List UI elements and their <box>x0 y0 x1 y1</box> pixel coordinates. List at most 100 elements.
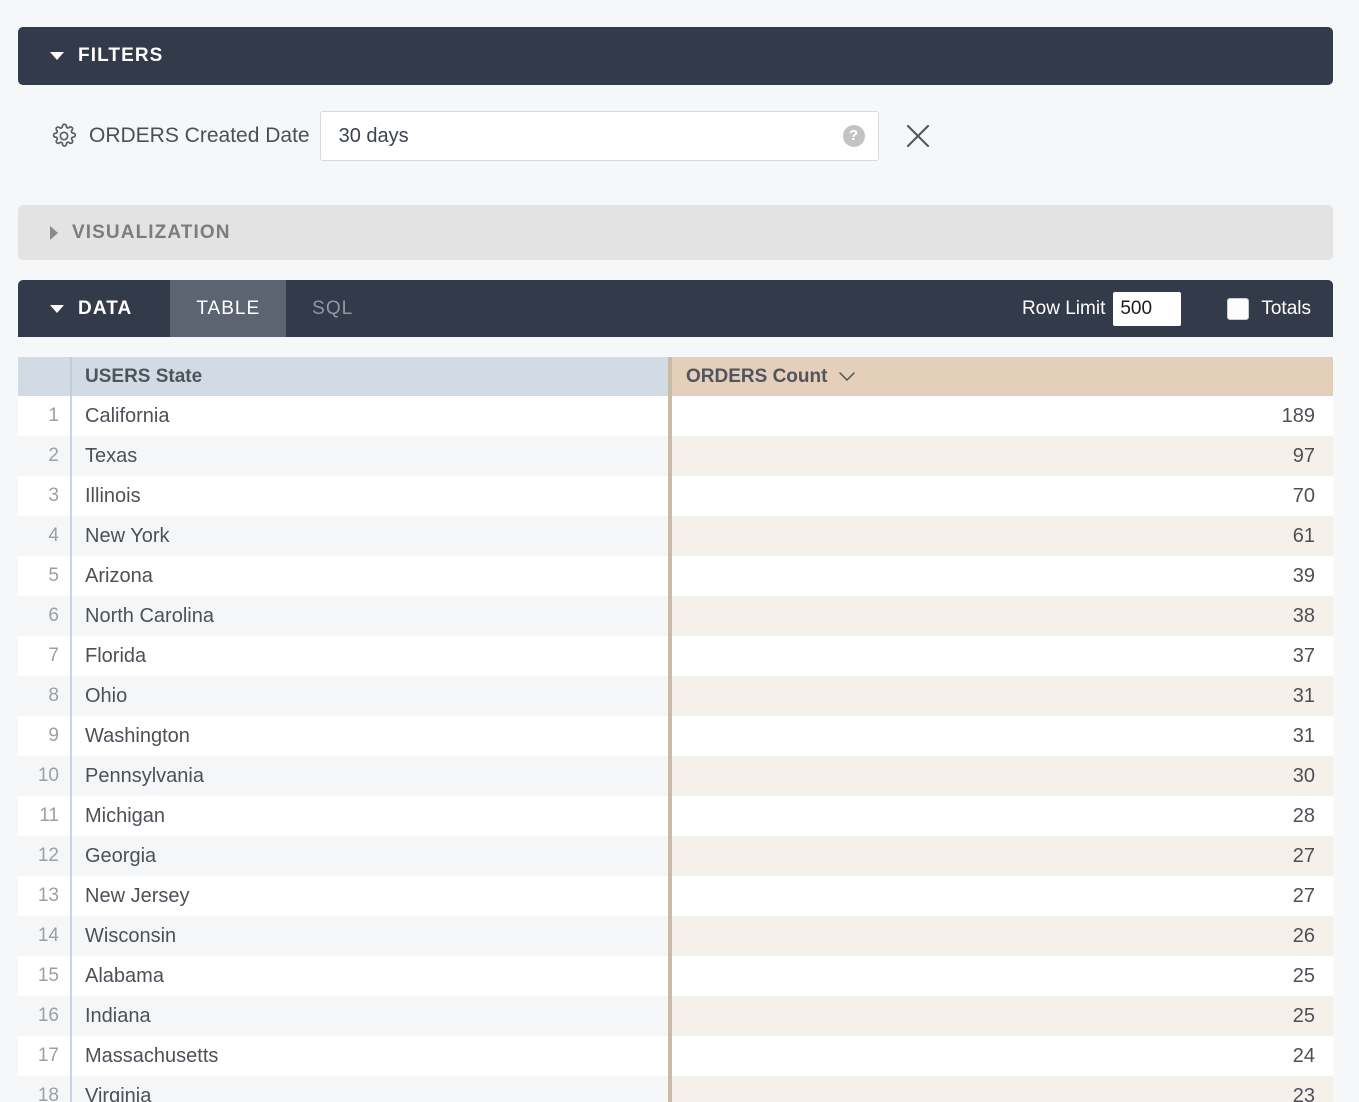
table-row[interactable]: 15Alabama25 <box>18 956 1333 996</box>
table-row[interactable]: 18Virginia23 <box>18 1076 1333 1102</box>
column-header-count[interactable]: ORDERS Count <box>668 357 1333 396</box>
cell-count[interactable]: 38 <box>668 596 1333 636</box>
filter-value-wrapper: ? <box>320 111 879 161</box>
gear-icon[interactable] <box>51 123 77 149</box>
cell-state[interactable]: New York <box>70 516 668 556</box>
explore-page: FILTERS ORDERS Created Date ? VISUALIZAT… <box>0 0 1359 1102</box>
caret-down-icon[interactable] <box>50 52 64 60</box>
cell-state[interactable]: Washington <box>70 716 668 756</box>
cell-count[interactable]: 26 <box>668 916 1333 956</box>
cell-state[interactable]: California <box>70 396 668 436</box>
cell-count[interactable]: 27 <box>668 876 1333 916</box>
cell-state[interactable]: Arizona <box>70 556 668 596</box>
table-row[interactable]: 3Illinois70 <box>18 476 1333 516</box>
chevron-down-icon[interactable] <box>839 372 855 381</box>
filter-value-input[interactable] <box>320 111 879 161</box>
column-header-state[interactable]: USERS State <box>70 357 668 396</box>
close-x-icon[interactable] <box>903 121 933 151</box>
row-number: 10 <box>18 756 70 796</box>
table-row[interactable]: 4New York61 <box>18 516 1333 556</box>
row-limit-label: Row Limit <box>1022 298 1105 320</box>
row-number: 11 <box>18 796 70 836</box>
caret-down-icon[interactable] <box>50 305 64 313</box>
table-row[interactable]: 11Michigan28 <box>18 796 1333 836</box>
cell-count[interactable]: 31 <box>668 676 1333 716</box>
cell-state[interactable]: Pennsylvania <box>70 756 668 796</box>
results-table: USERS State ORDERS Count 1California1892… <box>18 357 1333 1102</box>
cell-count[interactable]: 24 <box>668 1036 1333 1076</box>
table-row[interactable]: 12Georgia27 <box>18 836 1333 876</box>
filters-section-label: FILTERS <box>78 45 163 67</box>
cell-count[interactable]: 37 <box>668 636 1333 676</box>
column-header-state-label: USERS State <box>85 366 202 388</box>
column-header-count-label: ORDERS Count <box>686 366 827 388</box>
cell-state[interactable]: Ohio <box>70 676 668 716</box>
cell-count[interactable]: 27 <box>668 836 1333 876</box>
cell-state[interactable]: Georgia <box>70 836 668 876</box>
cell-count[interactable]: 28 <box>668 796 1333 836</box>
cell-count[interactable]: 31 <box>668 716 1333 756</box>
row-number: 15 <box>18 956 70 996</box>
cell-state[interactable]: Illinois <box>70 476 668 516</box>
row-number: 12 <box>18 836 70 876</box>
table-body: 1California1892Texas973Illinois704New Yo… <box>18 396 1333 1102</box>
cell-count[interactable]: 61 <box>668 516 1333 556</box>
row-number: 18 <box>18 1076 70 1102</box>
row-number: 3 <box>18 476 70 516</box>
cell-state[interactable]: Massachusetts <box>70 1036 668 1076</box>
row-number: 9 <box>18 716 70 756</box>
cell-count[interactable]: 25 <box>668 956 1333 996</box>
tab-table[interactable]: TABLE <box>170 280 286 337</box>
table-row[interactable]: 16Indiana25 <box>18 996 1333 1036</box>
cell-state[interactable]: Indiana <box>70 996 668 1036</box>
caret-right-icon[interactable] <box>50 226 58 240</box>
table-row[interactable]: 9Washington31 <box>18 716 1333 756</box>
filter-row: ORDERS Created Date ? <box>18 105 1333 167</box>
table-row[interactable]: 10Pennsylvania30 <box>18 756 1333 796</box>
table-row[interactable]: 2Texas97 <box>18 436 1333 476</box>
cell-state[interactable]: Virginia <box>70 1076 668 1102</box>
table-row[interactable]: 14Wisconsin26 <box>18 916 1333 956</box>
table-row[interactable]: 8Ohio31 <box>18 676 1333 716</box>
tab-sql[interactable]: SQL <box>286 280 379 337</box>
data-section-left: DATA TABLE SQL <box>18 280 379 337</box>
cell-count[interactable]: 189 <box>668 396 1333 436</box>
cell-count[interactable]: 39 <box>668 556 1333 596</box>
table-row[interactable]: 6North Carolina38 <box>18 596 1333 636</box>
row-number: 4 <box>18 516 70 556</box>
cell-count[interactable]: 25 <box>668 996 1333 1036</box>
help-circle-icon[interactable]: ? <box>843 125 865 147</box>
row-limit-input[interactable] <box>1113 292 1181 326</box>
table-row[interactable]: 7Florida37 <box>18 636 1333 676</box>
table-row[interactable]: 17Massachusetts24 <box>18 1036 1333 1076</box>
data-section-label: DATA <box>78 298 132 320</box>
filters-section-header[interactable]: FILTERS <box>18 27 1333 85</box>
cell-count[interactable]: 70 <box>668 476 1333 516</box>
visualization-section-label: VISUALIZATION <box>72 222 231 244</box>
row-number: 14 <box>18 916 70 956</box>
cell-state[interactable]: Alabama <box>70 956 668 996</box>
cell-state[interactable]: New Jersey <box>70 876 668 916</box>
cell-count[interactable]: 97 <box>668 436 1333 476</box>
table-row[interactable]: 5Arizona39 <box>18 556 1333 596</box>
cell-count[interactable]: 30 <box>668 756 1333 796</box>
row-number: 5 <box>18 556 70 596</box>
table-row[interactable]: 13New Jersey27 <box>18 876 1333 916</box>
visualization-section-header[interactable]: VISUALIZATION <box>18 205 1333 260</box>
row-number: 6 <box>18 596 70 636</box>
totals-checkbox[interactable] <box>1227 298 1249 320</box>
cell-count[interactable]: 23 <box>668 1076 1333 1102</box>
data-section-right: Row Limit Totals <box>1022 292 1333 326</box>
cell-state[interactable]: Texas <box>70 436 668 476</box>
row-number: 17 <box>18 1036 70 1076</box>
cell-state[interactable]: Michigan <box>70 796 668 836</box>
filter-field-label: ORDERS Created Date <box>89 124 310 148</box>
cell-state[interactable]: Wisconsin <box>70 916 668 956</box>
cell-state[interactable]: Florida <box>70 636 668 676</box>
row-number: 13 <box>18 876 70 916</box>
data-section-header: DATA TABLE SQL Row Limit Totals <box>18 280 1333 337</box>
row-number-header <box>18 357 70 396</box>
cell-state[interactable]: North Carolina <box>70 596 668 636</box>
row-number: 2 <box>18 436 70 476</box>
table-row[interactable]: 1California189 <box>18 396 1333 436</box>
